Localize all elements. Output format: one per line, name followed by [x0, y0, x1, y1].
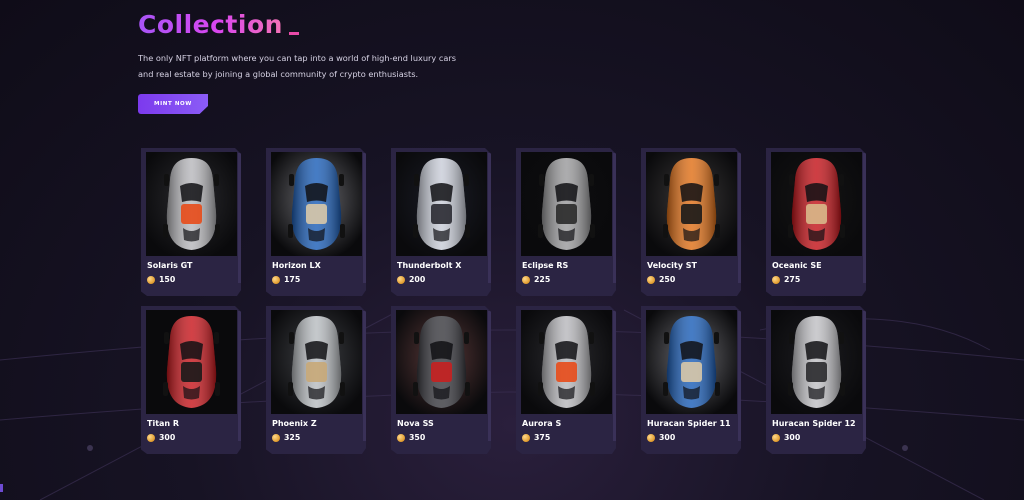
coin-icon — [272, 433, 280, 442]
coin-icon — [522, 275, 530, 284]
coin-icon — [397, 275, 405, 284]
card-edge — [863, 311, 866, 441]
card-edge — [488, 153, 491, 283]
hero-description-line-1: The only NFT platform where you can tap … — [138, 53, 457, 63]
price-value: 300 — [159, 433, 176, 442]
price-value: 300 — [659, 433, 676, 442]
card-edge — [738, 311, 741, 441]
price-value: 300 — [784, 433, 801, 442]
car-image — [146, 152, 237, 256]
card-price: 175 — [272, 275, 300, 284]
hero-description-line-2: and real estate by joining a global comm… — [138, 69, 419, 79]
card-price: 375 — [522, 433, 550, 442]
nft-card[interactable]: Phoenix Z 325 — [266, 306, 366, 454]
card-edge — [613, 311, 616, 441]
price-value: 350 — [409, 433, 426, 442]
price-value: 325 — [284, 433, 301, 442]
car-image — [396, 152, 487, 256]
car-image — [771, 152, 862, 256]
card-name: Solaris GT — [147, 261, 193, 270]
price-value: 275 — [784, 275, 801, 284]
car-image — [521, 310, 612, 414]
card-edge — [488, 311, 491, 441]
nft-card[interactable]: Eclipse RS 225 — [516, 148, 616, 296]
hero-section: Collection The only NFT platform where y… — [138, 10, 478, 114]
card-price: 150 — [147, 275, 175, 284]
card-price: 300 — [647, 433, 675, 442]
card-name: Nova SS — [397, 419, 434, 428]
price-value: 225 — [534, 275, 551, 284]
card-name: Velocity ST — [647, 261, 697, 270]
card-name: Aurora S — [522, 419, 562, 428]
card-name: Huracan Spider 12 — [772, 419, 856, 428]
card-price: 225 — [522, 275, 550, 284]
coin-icon — [147, 275, 155, 284]
hero-description: The only NFT platform where you can tap … — [138, 50, 468, 82]
card-edge — [363, 153, 366, 283]
card-name: Thunderbolt X — [397, 261, 462, 270]
price-value: 175 — [284, 275, 301, 284]
nft-card[interactable]: Oceanic SE 275 — [766, 148, 866, 296]
card-name: Titan R — [147, 419, 180, 428]
card-edge — [363, 311, 366, 441]
card-price: 275 — [772, 275, 800, 284]
coin-icon — [272, 275, 280, 284]
car-image — [521, 152, 612, 256]
card-name: Oceanic SE — [772, 261, 822, 270]
nft-card[interactable]: Thunderbolt X 200 — [391, 148, 491, 296]
price-value: 250 — [659, 275, 676, 284]
card-name: Phoenix Z — [272, 419, 317, 428]
card-edge — [738, 153, 741, 283]
card-price: 300 — [147, 433, 175, 442]
title-cursor — [288, 32, 299, 35]
car-image — [271, 152, 362, 256]
coin-icon — [772, 433, 780, 442]
nft-card[interactable]: Titan R 300 — [141, 306, 241, 454]
page-title-row: Collection — [138, 10, 478, 40]
coin-icon — [647, 275, 655, 284]
nft-card[interactable]: Solaris GT 150 — [141, 148, 241, 296]
nft-card[interactable]: Nova SS 350 — [391, 306, 491, 454]
card-price: 325 — [272, 433, 300, 442]
card-name: Eclipse RS — [522, 261, 569, 270]
nft-card[interactable]: Huracan Spider 11 300 — [641, 306, 741, 454]
card-edge — [238, 311, 241, 441]
coin-icon — [772, 275, 780, 284]
corner-indicator — [0, 484, 3, 492]
nft-card[interactable]: Aurora S 375 — [516, 306, 616, 454]
car-image — [646, 310, 737, 414]
card-price: 250 — [647, 275, 675, 284]
card-edge — [863, 153, 866, 283]
coin-icon — [647, 433, 655, 442]
price-value: 150 — [159, 275, 176, 284]
card-edge — [238, 153, 241, 283]
card-price: 200 — [397, 275, 425, 284]
page-title: Collection — [138, 10, 283, 39]
car-image — [646, 152, 737, 256]
car-image — [146, 310, 237, 414]
card-price: 300 — [772, 433, 800, 442]
car-image — [771, 310, 862, 414]
card-name: Huracan Spider 11 — [647, 419, 731, 428]
coin-icon — [522, 433, 530, 442]
nft-card[interactable]: Horizon LX 175 — [266, 148, 366, 296]
card-edge — [613, 153, 616, 283]
nft-card[interactable]: Huracan Spider 12 300 — [766, 306, 866, 454]
card-name: Horizon LX — [272, 261, 321, 270]
car-image — [396, 310, 487, 414]
coin-icon — [147, 433, 155, 442]
nft-card[interactable]: Velocity ST 250 — [641, 148, 741, 296]
mint-now-button[interactable]: MINT NOW — [138, 94, 208, 114]
card-price: 350 — [397, 433, 425, 442]
price-value: 200 — [409, 275, 426, 284]
price-value: 375 — [534, 433, 551, 442]
car-image — [271, 310, 362, 414]
coin-icon — [397, 433, 405, 442]
